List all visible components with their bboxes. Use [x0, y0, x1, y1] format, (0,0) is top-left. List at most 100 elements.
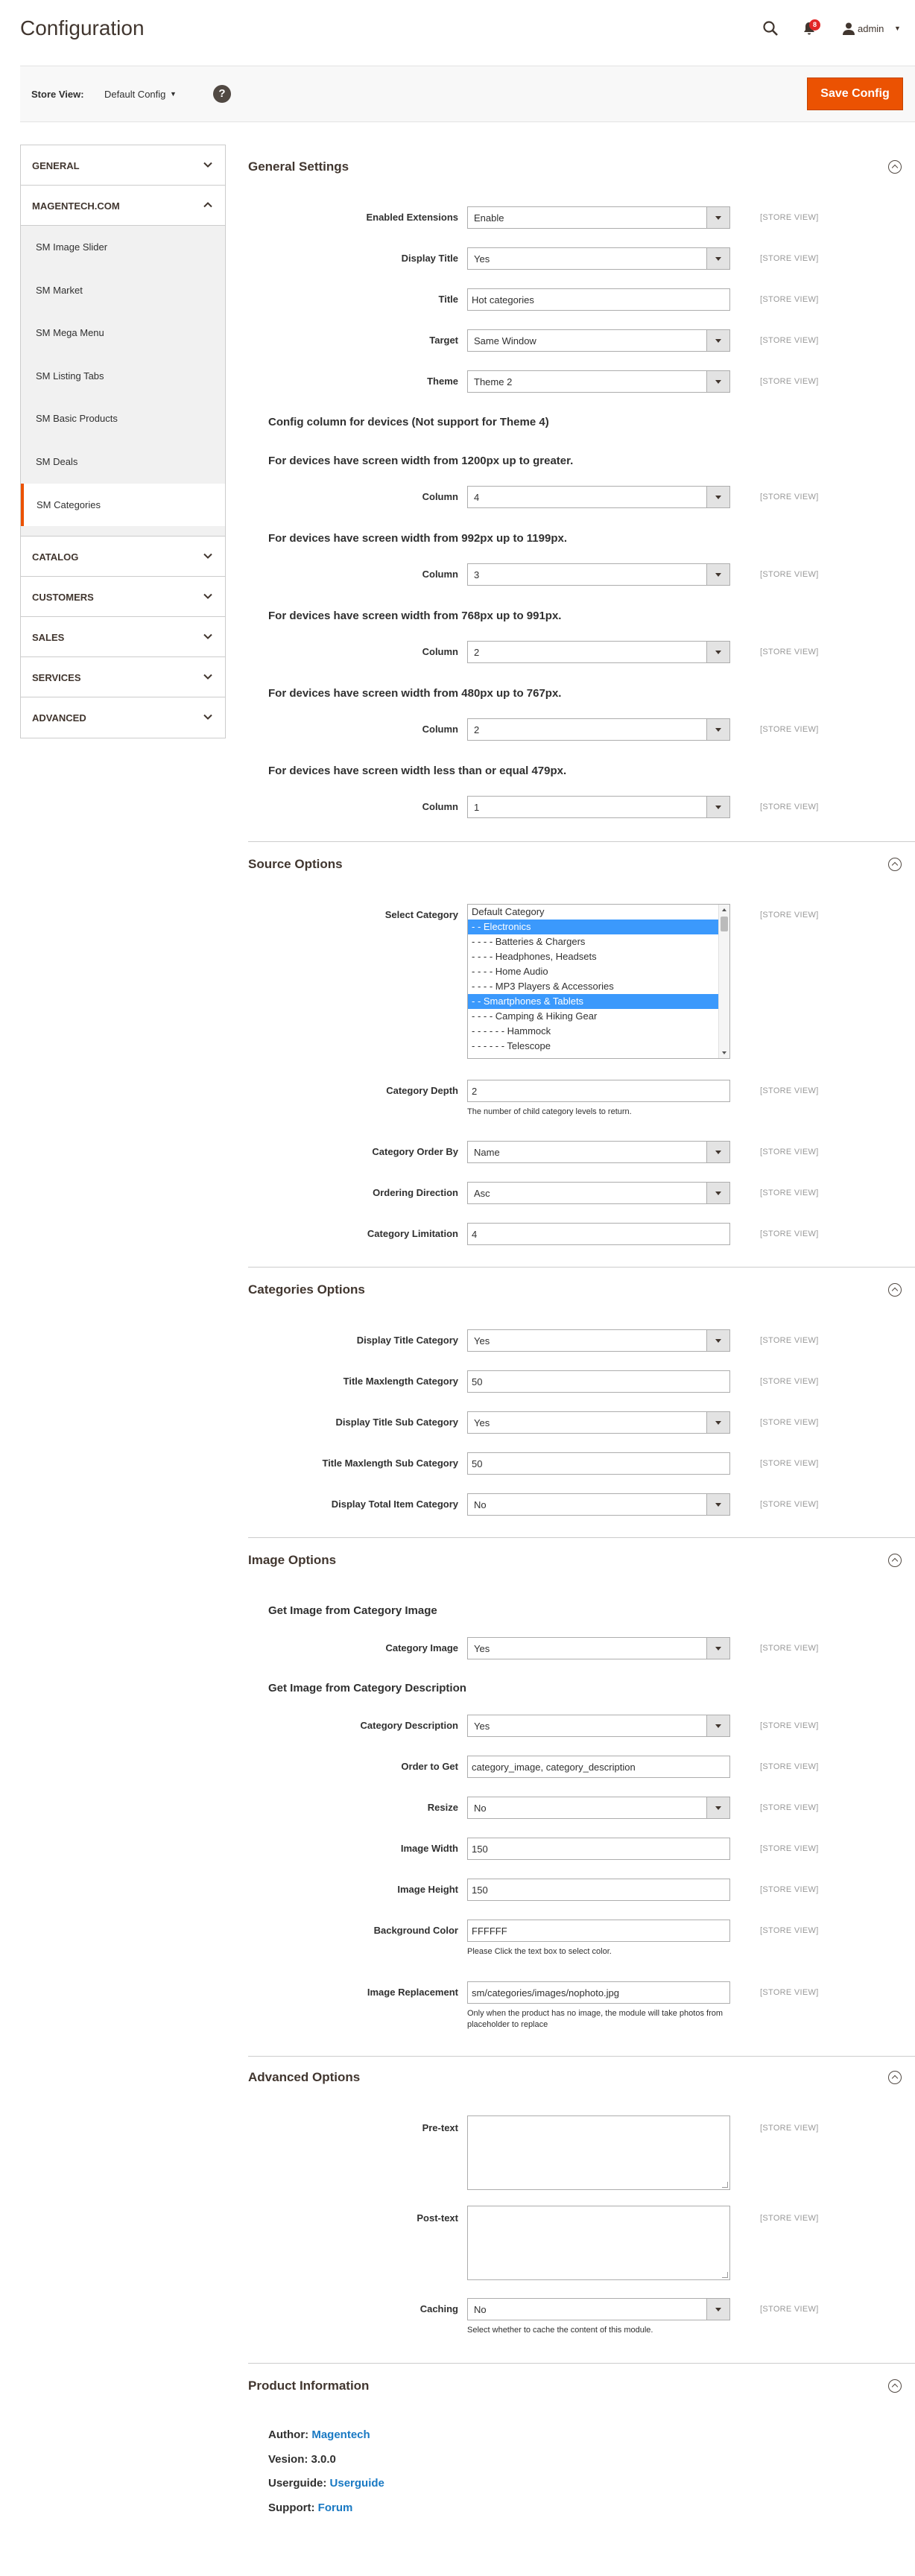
- sidebar-item-sm-categories[interactable]: SM Categories: [21, 483, 225, 527]
- category-option[interactable]: - - - - - - Hammock: [468, 1024, 729, 1039]
- scope-label: [STORE VIEW]: [760, 1148, 819, 1156]
- field-label: Column: [422, 491, 458, 502]
- field-note: The number of child category levels to r…: [467, 1107, 632, 1116]
- sidebar-group-general[interactable]: GENERAL: [21, 145, 225, 186]
- resize-grip-icon[interactable]: [722, 2272, 728, 2278]
- column-select-992[interactable]: 3: [467, 563, 730, 586]
- store-view-caret-icon[interactable]: ▼: [170, 90, 177, 98]
- section-title-image-options[interactable]: Image Options: [248, 1553, 336, 1568]
- resize-grip-icon[interactable]: [722, 2182, 728, 2188]
- ordering-direction-select[interactable]: Asc: [467, 1182, 730, 1204]
- column-select-768[interactable]: 2: [467, 641, 730, 663]
- sidebar-item-sm-deals[interactable]: SM Deals: [21, 440, 225, 484]
- category-option[interactable]: - - - - Headphones, Headsets: [468, 949, 729, 964]
- select-category-multiselect[interactable]: Default Category - - Electronics - - - -…: [467, 904, 730, 1059]
- field-label: Column: [422, 801, 458, 812]
- device-heading: For devices have screen width from 992px…: [268, 532, 567, 545]
- order-to-get-input[interactable]: category_image, category_description: [467, 1756, 730, 1778]
- user-name[interactable]: admin: [858, 23, 884, 34]
- section-title-advanced-options[interactable]: Advanced Options: [248, 2070, 360, 2085]
- sidebar-group-sales[interactable]: SALES: [21, 617, 225, 658]
- display-title-select[interactable]: Yes: [467, 247, 730, 270]
- title-maxlength-category-input[interactable]: 50: [467, 1370, 730, 1393]
- column-select-479[interactable]: 1: [467, 796, 730, 818]
- store-view-switcher[interactable]: Default Config: [104, 89, 165, 100]
- collapse-up-icon[interactable]: [888, 2071, 902, 2084]
- category-option-selected[interactable]: - - Smartphones & Tablets: [468, 994, 729, 1009]
- dropdown-arrow-icon: [706, 1638, 729, 1659]
- save-config-button[interactable]: Save Config: [807, 77, 903, 110]
- theme-select[interactable]: Theme 2: [467, 370, 730, 393]
- sidebar-item-sm-mega-menu[interactable]: SM Mega Menu: [21, 311, 225, 355]
- resize-select[interactable]: No: [467, 1797, 730, 1819]
- dropdown-arrow-icon: [706, 564, 729, 585]
- post-text-textarea[interactable]: [467, 2206, 730, 2280]
- select-value: Yes: [474, 1721, 490, 1732]
- sidebar-item-sm-basic-products[interactable]: SM Basic Products: [21, 397, 225, 440]
- collapse-up-icon[interactable]: [888, 2379, 902, 2393]
- section-title-categories-options[interactable]: Categories Options: [248, 1282, 365, 1297]
- background-color-input[interactable]: FFFFFF: [467, 1920, 730, 1942]
- help-icon[interactable]: ?: [213, 85, 231, 103]
- section-title-general-settings[interactable]: General Settings: [248, 159, 349, 174]
- collapse-up-icon[interactable]: [888, 1283, 902, 1297]
- user-icon[interactable]: [842, 22, 855, 35]
- category-option[interactable]: - - - - - - Telescope: [468, 1039, 729, 1054]
- multiselect-scrollbar[interactable]: [718, 905, 729, 1058]
- caching-select[interactable]: No: [467, 2298, 730, 2320]
- category-option-selected[interactable]: - - Electronics: [468, 920, 729, 934]
- category-option[interactable]: Default Category: [468, 905, 729, 920]
- field-label: Select Category: [384, 909, 458, 920]
- sidebar-item-sm-market[interactable]: SM Market: [21, 269, 225, 312]
- author-link[interactable]: Magentech: [311, 2428, 370, 2441]
- collapse-up-icon[interactable]: [888, 858, 902, 871]
- collapse-up-icon[interactable]: [888, 160, 902, 174]
- sidebar-group-advanced[interactable]: ADVANCED: [21, 697, 225, 738]
- field-label: Title: [438, 294, 459, 305]
- sidebar-group-magentech[interactable]: MAGENTECH.COM: [21, 186, 225, 226]
- sidebar-group-customers[interactable]: CUSTOMERS: [21, 577, 225, 618]
- category-depth-input[interactable]: 2: [467, 1080, 730, 1102]
- sidebar-group-services[interactable]: SERVICES: [21, 657, 225, 698]
- userguide-link[interactable]: Userguide: [330, 2477, 384, 2490]
- field-label: Category Image: [385, 1642, 458, 1653]
- title-maxlength-sub-category-input[interactable]: 50: [467, 1452, 730, 1475]
- category-option[interactable]: - - - - MP3 Players & Accessories: [468, 979, 729, 994]
- sidebar-group-catalog[interactable]: CATALOG: [21, 537, 225, 577]
- category-option[interactable]: - - - - Home Audio: [468, 964, 729, 979]
- category-description-select[interactable]: Yes: [467, 1715, 730, 1737]
- scroll-thumb[interactable]: [721, 917, 728, 931]
- scroll-up-icon[interactable]: [722, 908, 726, 911]
- category-option[interactable]: - - - - Batteries & Chargers: [468, 934, 729, 949]
- scope-label: [STORE VIEW]: [760, 2124, 819, 2133]
- image-width-input[interactable]: 150: [467, 1838, 730, 1860]
- category-limitation-input[interactable]: 4: [467, 1223, 730, 1245]
- category-order-by-select[interactable]: Name: [467, 1141, 730, 1163]
- enabled-extensions-select[interactable]: Enable: [467, 206, 730, 229]
- section-title-source-options[interactable]: Source Options: [248, 857, 343, 872]
- user-menu-caret-icon[interactable]: ▼: [894, 25, 901, 32]
- pre-text-textarea[interactable]: [467, 2115, 730, 2190]
- column-select-1200[interactable]: 4: [467, 486, 730, 508]
- collapse-up-icon[interactable]: [888, 1554, 902, 1567]
- field-label: Category Description: [360, 1720, 458, 1731]
- display-title-sub-category-select[interactable]: Yes: [467, 1411, 730, 1434]
- image-height-input[interactable]: 150: [467, 1879, 730, 1901]
- scope-label: [STORE VIEW]: [760, 1230, 819, 1238]
- scroll-down-icon[interactable]: [722, 1051, 726, 1054]
- search-icon[interactable]: [762, 19, 779, 37]
- scope-label: [STORE VIEW]: [760, 570, 819, 579]
- title-input[interactable]: Hot categories: [467, 288, 730, 311]
- image-replacement-input[interactable]: sm/categories/images/nophoto.jpg: [467, 1981, 730, 2004]
- category-image-select[interactable]: Yes: [467, 1637, 730, 1659]
- category-option[interactable]: - - - - Camping & Hiking Gear: [468, 1009, 729, 1024]
- sidebar-item-sm-image-slider[interactable]: SM Image Slider: [21, 226, 225, 269]
- display-total-item-select[interactable]: No: [467, 1493, 730, 1516]
- sidebar-item-sm-listing-tabs[interactable]: SM Listing Tabs: [21, 355, 225, 398]
- forum-link[interactable]: Forum: [318, 2501, 353, 2514]
- section-title-product-information[interactable]: Product Information: [248, 2379, 369, 2393]
- display-title-category-select[interactable]: Yes: [467, 1329, 730, 1352]
- target-select[interactable]: Same Window: [467, 329, 730, 352]
- column-select-480[interactable]: 2: [467, 718, 730, 741]
- page: { "header": { "title": "Configuration", …: [0, 0, 915, 2576]
